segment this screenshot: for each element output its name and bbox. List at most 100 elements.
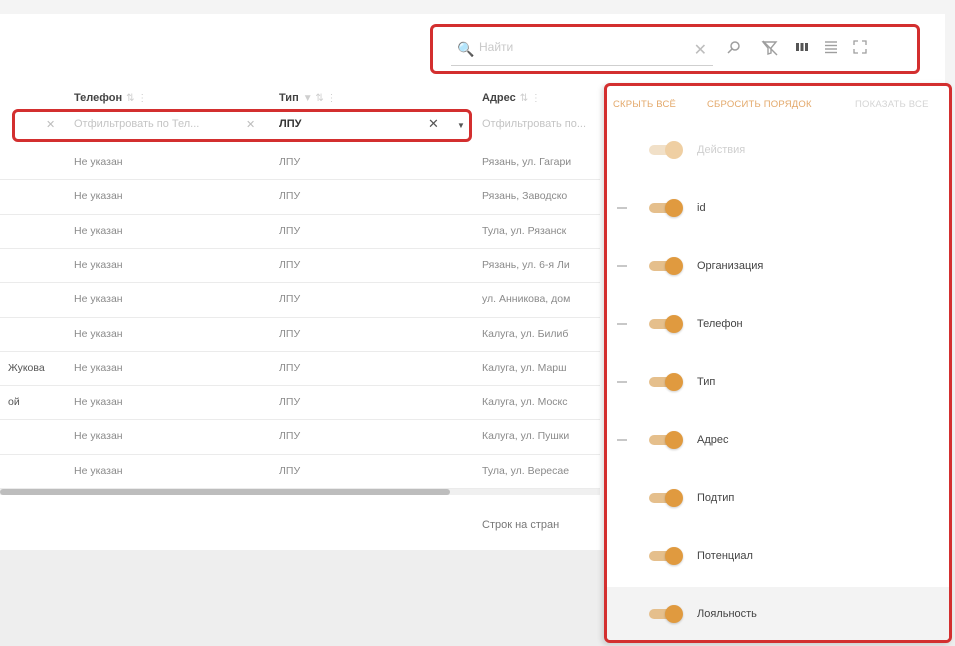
column-header-controls[interactable]: ⇅ ⋮ [520,93,541,104]
switch-thumb [665,547,683,565]
density-icon[interactable] [824,40,838,58]
switch-thumb [665,257,683,275]
rows-per-page-label: Строк на стран [482,519,560,531]
column-toggle-item[interactable]: Потенциал [607,529,949,585]
phone-cell: Не указан [74,224,123,237]
column-visibility-switch[interactable] [647,198,683,218]
search-box: 🔍 ✕ [451,35,713,66]
column-visibility-switch [647,140,683,160]
switch-thumb [665,605,683,623]
org-cell: ой [8,396,20,409]
type-cell: ЛПУ [279,327,301,340]
phone-cell: Не указан [74,156,123,168]
address-cell: Калуга, ул. Пушки [482,430,570,443]
org-cell: Жукова [8,361,45,374]
drag-handle-icon[interactable] [617,323,627,325]
type-cell: ЛПУ [279,156,301,168]
filter-off-icon[interactable] [761,40,779,60]
type-cell: ЛПУ [279,464,301,477]
type-cell: ЛПУ [279,224,301,237]
column-header-address[interactable]: Адрес ⇅ ⋮ [482,92,541,104]
show-all-button[interactable]: ПОКАЗАТЬ ВСЕ [855,99,929,110]
column-toggle-item[interactable]: Адрес [607,413,949,469]
search-input[interactable] [477,39,681,55]
column-header-label: Адрес [482,92,516,104]
column-toggle-item[interactable]: id [607,181,949,237]
column-toggle-item[interactable]: Действия [607,123,949,179]
phone-cell: Не указан [74,464,123,477]
type-cell: ЛПУ [279,190,301,203]
type-cell: ЛПУ [279,396,301,409]
type-cell: ЛПУ [279,430,301,443]
table-row-divider [0,247,600,249]
column-visibility-switch[interactable] [647,430,683,450]
search-clear-button[interactable]: ✕ [694,40,707,60]
column-header-label: Телефон [74,92,123,104]
switch-thumb [665,431,683,449]
phone-cell: Не указан [74,361,123,374]
table-row-divider [0,350,600,352]
phone-cell: Не указан [74,327,123,340]
column-visibility-switch[interactable] [647,372,683,392]
type-cell: ЛПУ [279,293,301,306]
fullscreen-icon[interactable] [853,40,867,58]
column-visibility-switch[interactable] [647,256,683,276]
type-cell: ЛПУ [279,361,301,374]
phone-cell: Не указан [74,190,123,203]
address-filter-input[interactable]: Отфильтровать по... [482,118,586,130]
column-visibility-switch[interactable] [647,314,683,334]
reset-order-button[interactable]: СБРОСИТЬ ПОРЯДОК [707,99,812,110]
phone-cell: Не указан [74,396,123,409]
column-toggle-item[interactable]: Телефон [607,297,949,353]
phone-filter-input[interactable]: Отфильтровать по Тел... [74,118,199,130]
switch-thumb [665,315,683,333]
column-toggle-label: Организация [697,260,764,272]
drag-handle-icon[interactable] [617,381,627,383]
address-cell: Калуга, ул. Москс [482,396,568,409]
column-toggle-label: Адрес [697,434,729,446]
column-visibility-switch[interactable] [647,546,683,566]
column-visibility-switch[interactable] [647,604,683,624]
grid-toolbar: 🔍 ✕ [430,24,920,74]
address-cell: Рязань, Заводско [482,190,568,203]
column-header-type[interactable]: Тип ▼ ⇅ ⋮ [279,92,337,104]
address-cell: Калуга, ул. Марш [482,361,567,374]
column-header-controls[interactable]: ⇅ ⋮ [126,93,147,104]
table-row-divider [0,419,600,421]
column-header-controls[interactable]: ▼ ⇅ ⋮ [303,93,337,104]
type-filter-select[interactable]: ЛПУ [279,118,301,130]
clear-filter-icon[interactable]: ✕ [246,118,255,131]
drag-handle-icon[interactable] [617,439,627,441]
table-row-divider [0,453,600,455]
clear-type-filter-icon[interactable]: ✕ [428,116,439,132]
column-toggle-label: Подтип [697,492,735,504]
column-toggle-label: Тип [697,376,716,388]
switch-thumb [665,373,683,391]
column-toggle-item[interactable]: Подтип [607,471,949,527]
search-off-icon[interactable] [726,40,742,60]
switch-thumb [665,489,683,507]
phone-cell: Не указан [74,258,123,271]
column-header-phone[interactable]: Телефон ⇅ ⋮ [74,92,147,104]
table-row-divider [0,316,600,318]
clear-filter-icon[interactable]: ✕ [46,118,55,131]
column-toggle-item[interactable]: Тип [607,355,949,411]
columns-icon[interactable] [795,40,809,58]
drag-handle-icon[interactable] [617,265,627,267]
switch-thumb [665,199,683,217]
table-row-divider [0,179,600,181]
hide-all-button[interactable]: СКРЫТЬ ВСЁ [613,99,676,110]
chevron-down-icon[interactable]: ▼ [457,121,465,130]
scrollbar-thumb[interactable] [0,489,450,495]
drag-handle-icon[interactable] [617,207,627,209]
column-toggle-item[interactable]: Лояльность [607,587,949,640]
column-toggle-label: Лояльность [697,608,757,620]
address-cell: Калуга, ул. Билиб [482,327,569,340]
table-row-divider [0,385,600,387]
address-cell: ул. Анникова, дом [482,293,571,306]
address-cell: Рязань, ул. 6-я Ли [482,258,570,271]
column-visibility-switch[interactable] [647,488,683,508]
table-row-divider [0,282,600,284]
column-toggle-item[interactable]: Организация [607,239,949,295]
column-header-label: Тип [279,92,299,104]
